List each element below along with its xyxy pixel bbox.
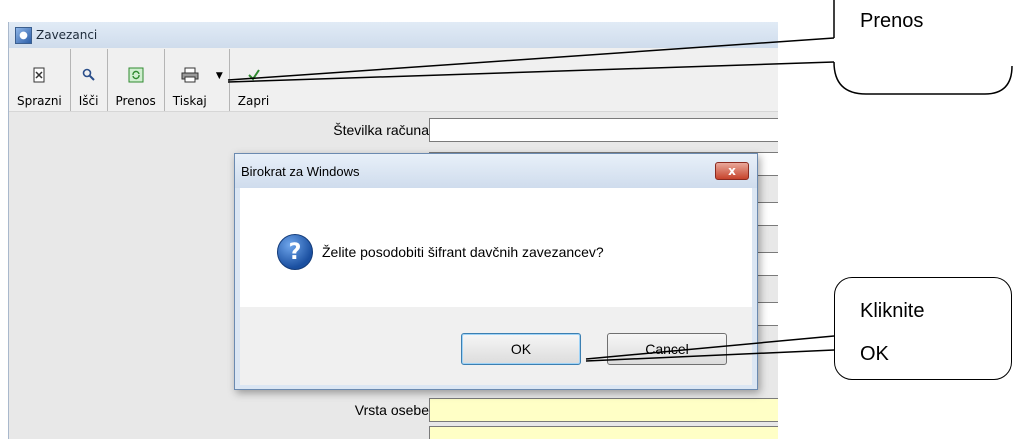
- sprazni-icon: [30, 66, 48, 84]
- search-icon: [80, 66, 98, 84]
- form-row-vrsta-osebe: Vrsta osebe: [9, 398, 778, 422]
- vrsta-osebe-input[interactable]: [429, 398, 778, 422]
- form-row-7: [9, 426, 778, 439]
- dropdown-arrow-icon[interactable]: ▼: [216, 71, 223, 81]
- isci-label: Išči: [78, 94, 99, 108]
- dialog-titlebar: Birokrat za Windows: [235, 154, 757, 188]
- form-row-stevilka: Številka računa: [9, 118, 778, 142]
- close-check-icon: [245, 66, 263, 84]
- kliknite-callout-text: Kliknite: [860, 300, 925, 322]
- dialog-footer: OK Cancel: [240, 307, 752, 385]
- form-input-7[interactable]: [429, 426, 778, 439]
- window-title: Zavezanci: [36, 28, 98, 42]
- dialog-message: Želite posodobiti šifrant davčnih zaveza…: [322, 244, 604, 260]
- tiskaj-label: Tiskaj: [172, 94, 207, 108]
- dialog-title: Birokrat za Windows: [241, 163, 360, 179]
- kliknite-callout-ok-text: OK: [860, 343, 889, 365]
- vrsta-osebe-label: Vrsta osebe: [354, 402, 429, 418]
- printer-icon: [181, 66, 199, 84]
- zapri-label: Zapri: [237, 94, 270, 108]
- cancel-button[interactable]: Cancel: [607, 333, 727, 365]
- tiskaj-button[interactable]: Tiskaj ▼: [165, 49, 230, 111]
- sprazni-button[interactable]: Sprazni: [9, 49, 71, 111]
- close-icon: x: [728, 164, 736, 178]
- ok-button[interactable]: OK: [461, 333, 581, 365]
- window-titlebar: ● Zavezanci: [9, 22, 778, 48]
- prenos-button[interactable]: Prenos: [108, 49, 165, 111]
- confirm-dialog: Birokrat za Windows x ? Želite posodobit…: [234, 153, 758, 390]
- prenos-callout-bubble: [833, 61, 1013, 95]
- question-icon: ?: [277, 234, 313, 270]
- isci-button[interactable]: Išči: [71, 49, 108, 111]
- app-icon: ●: [15, 26, 32, 44]
- prenos-callout-text: Prenos: [860, 10, 924, 32]
- transfer-icon: [127, 66, 145, 84]
- zapri-button[interactable]: Zapri: [230, 49, 277, 111]
- stevilka-racuna-input[interactable]: [429, 118, 778, 142]
- sprazni-label: Sprazni: [17, 94, 62, 108]
- dialog-close-button[interactable]: x: [715, 162, 749, 180]
- dialog-body: ? Želite posodobiti šifrant davčnih zave…: [240, 188, 752, 307]
- stevilka-racuna-label: Številka računa: [333, 122, 429, 138]
- prenos-label: Prenos: [115, 94, 156, 108]
- toolbar: Sprazni Išči Prenos Tiskaj ▼ Zapri: [9, 48, 778, 112]
